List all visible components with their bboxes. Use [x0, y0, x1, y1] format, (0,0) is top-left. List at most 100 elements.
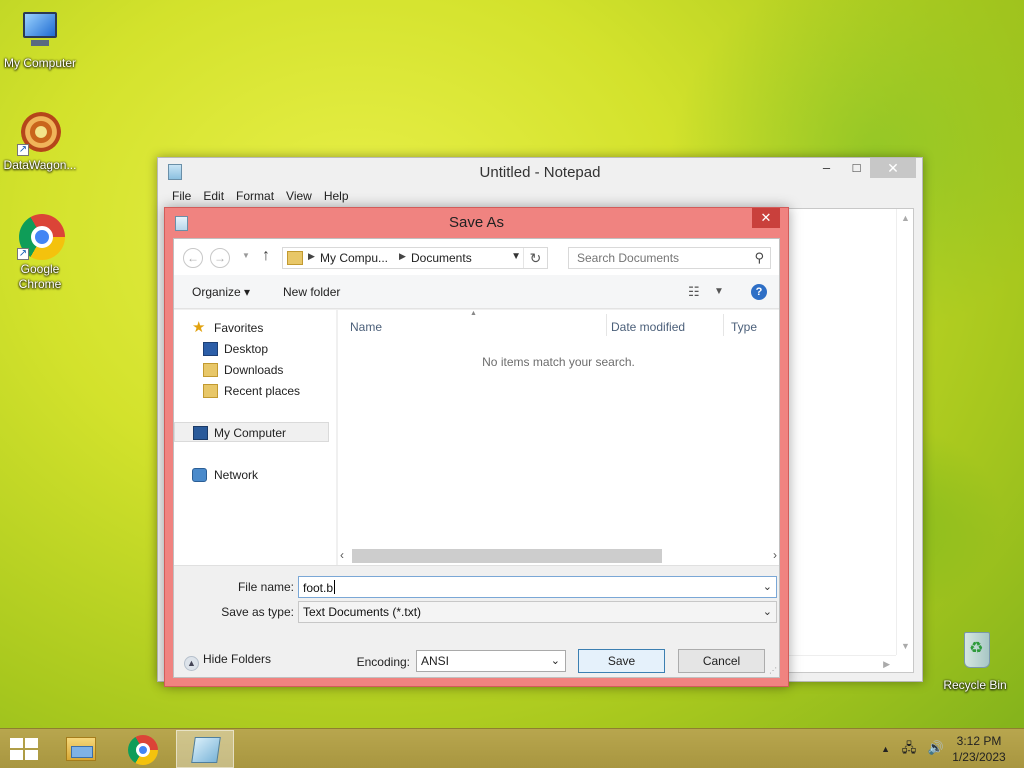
desktop-icon-label: Google Chrome — [18, 262, 62, 291]
dialog-close-button[interactable]: ✕ — [752, 208, 780, 228]
horizontal-scrollbar[interactable]: ‹ › — [338, 547, 779, 565]
recent-locations-dropdown[interactable]: ▼ — [242, 251, 250, 260]
menu-format[interactable]: Format — [230, 186, 280, 208]
notepad-titlebar[interactable]: Untitled - Notepad – □ ✕ — [158, 158, 922, 186]
hide-folders-button[interactable]: ▲ Hide Folders — [184, 652, 271, 671]
computer-icon — [193, 426, 208, 440]
recycle-bin-icon — [952, 630, 998, 676]
notepad-title: Untitled - Notepad — [479, 164, 601, 181]
desktop-icon-label: DataWagon... — [3, 158, 77, 172]
search-input[interactable] — [569, 248, 739, 268]
desktop-icon-recycle-bin[interactable]: Recycle Bin — [935, 630, 1015, 693]
desktop-icon-datawagon[interactable]: ↗ DataWagon... — [0, 110, 80, 173]
nav-favorites[interactable]: ★ Favorites — [174, 318, 329, 338]
encoding-label: Encoding: — [356, 655, 410, 669]
clock-time: 3:12 PM — [956, 734, 1002, 748]
close-button[interactable]: ✕ — [870, 158, 916, 178]
nav-my-computer[interactable]: My Computer — [174, 422, 329, 442]
column-separator[interactable] — [606, 314, 607, 336]
encoding-select[interactable]: ANSI ⌄ — [416, 650, 566, 672]
menu-file[interactable]: File — [166, 186, 197, 208]
sort-ascending-icon: ▲ — [470, 310, 477, 317]
file-explorer-icon — [66, 737, 96, 761]
view-dropdown-icon[interactable]: ▼ — [714, 286, 724, 297]
desktop-icon-my-computer[interactable]: My Computer — [0, 8, 80, 71]
vertical-scrollbar[interactable]: ▲ ▼ — [896, 209, 913, 655]
clock[interactable]: 3:12 PM 1/23/2023 — [948, 733, 1010, 765]
search-box[interactable]: ⚲ — [568, 247, 771, 269]
computer-icon — [17, 8, 63, 54]
back-button[interactable]: ← — [183, 248, 203, 268]
help-icon[interactable]: ? — [751, 284, 767, 300]
system-tray: ▲ 🖧 🔊 — [873, 739, 944, 761]
forward-button[interactable]: → — [210, 248, 230, 268]
nav-recent-places[interactable]: Recent places — [174, 381, 329, 401]
show-hidden-icons-icon[interactable]: ▲ — [881, 744, 890, 754]
hide-folders-label: Hide Folders — [203, 652, 272, 666]
chevron-down-icon[interactable]: ⌄ — [763, 580, 772, 593]
start-button[interactable] — [10, 738, 38, 760]
new-folder-button[interactable]: New folder — [283, 285, 340, 299]
file-name-field[interactable]: foot.b ⌄ — [298, 576, 777, 598]
taskbar-chrome[interactable] — [114, 730, 172, 768]
nav-label: Favorites — [214, 321, 264, 335]
navigation-pane: ★ Favorites Desktop Downloads Recent pla… — [174, 310, 336, 565]
notepad-menubar: File Edit Format View Help — [158, 186, 922, 208]
column-separator[interactable] — [723, 314, 724, 336]
scroll-left-icon[interactable]: ‹ — [340, 548, 344, 562]
chevron-right-icon[interactable]: ▶ — [308, 251, 315, 262]
scroll-up-icon[interactable]: ▲ — [901, 213, 910, 223]
notepad-icon — [191, 737, 221, 763]
desktop-icon-google-chrome[interactable]: ↗ Google Chrome — [0, 214, 80, 292]
refresh-icon[interactable]: ↻ — [523, 248, 547, 268]
scrollbar-thumb[interactable] — [352, 549, 662, 563]
menu-edit[interactable]: Edit — [197, 186, 230, 208]
address-bar[interactable]: ▶ My Compu... ▶ Documents ▼ ↻ — [282, 247, 548, 269]
taskbar: ▲ 🖧 🔊 3:12 PM 1/23/2023 — [0, 728, 1024, 768]
chevron-right-icon[interactable]: ▶ — [399, 251, 406, 262]
menu-view[interactable]: View — [280, 186, 318, 208]
windows-logo-icon — [10, 750, 23, 760]
column-header-date-modified[interactable]: Date modified — [611, 320, 685, 334]
recent-places-icon — [203, 384, 218, 398]
save-as-type-select[interactable]: Text Documents (*.txt) ⌄ — [298, 601, 777, 623]
address-dropdown-icon[interactable]: ▼ — [511, 251, 521, 262]
chrome-icon — [128, 735, 158, 765]
taskbar-file-explorer[interactable] — [52, 730, 110, 768]
file-list[interactable]: ▲ Name Date modified Type No items match… — [338, 310, 779, 565]
windows-logo-icon — [10, 738, 23, 748]
view-options-icon[interactable]: ☷ — [688, 284, 700, 300]
chevron-down-icon[interactable]: ⌄ — [763, 605, 772, 618]
scroll-right-icon[interactable]: › — [773, 548, 777, 562]
nav-desktop[interactable]: Desktop — [174, 339, 329, 359]
scroll-right-icon[interactable]: ▶ — [883, 659, 890, 670]
chevron-up-icon: ▲ — [184, 656, 199, 671]
volume-icon[interactable]: 🔊 — [928, 740, 944, 755]
menu-help[interactable]: Help — [318, 186, 355, 208]
maximize-button[interactable]: □ — [843, 158, 870, 178]
network-icon[interactable]: 🖧 — [902, 740, 917, 755]
breadcrumb-documents[interactable]: Documents — [411, 251, 472, 265]
nav-label: My Computer — [214, 426, 287, 440]
breadcrumb-my-computer[interactable]: My Compu... — [320, 251, 388, 265]
scroll-down-icon[interactable]: ▼ — [901, 641, 910, 651]
network-icon — [192, 468, 207, 482]
minimize-button[interactable]: – — [813, 158, 840, 178]
cancel-button[interactable]: Cancel — [678, 649, 765, 673]
desktop-icon — [203, 342, 218, 356]
nav-downloads[interactable]: Downloads — [174, 360, 329, 380]
star-icon: ★ — [192, 319, 206, 336]
resize-grip-icon[interactable]: ⋰ — [769, 666, 777, 675]
up-arrow-icon[interactable]: ↑ — [262, 247, 270, 265]
column-header-name[interactable]: Name — [350, 320, 382, 334]
taskbar-notepad[interactable] — [176, 730, 234, 768]
save-button[interactable]: Save — [578, 649, 665, 673]
nav-network[interactable]: Network — [174, 465, 329, 485]
organize-button[interactable]: Organize ▾ — [192, 285, 250, 299]
column-header-type[interactable]: Type — [731, 320, 757, 334]
file-name-input[interactable]: foot.b — [303, 580, 336, 595]
dialog-title: Save As — [448, 214, 505, 231]
clock-date: 1/23/2023 — [952, 750, 1006, 764]
search-icon: ⚲ — [754, 250, 764, 265]
nav-label: Downloads — [224, 363, 284, 377]
